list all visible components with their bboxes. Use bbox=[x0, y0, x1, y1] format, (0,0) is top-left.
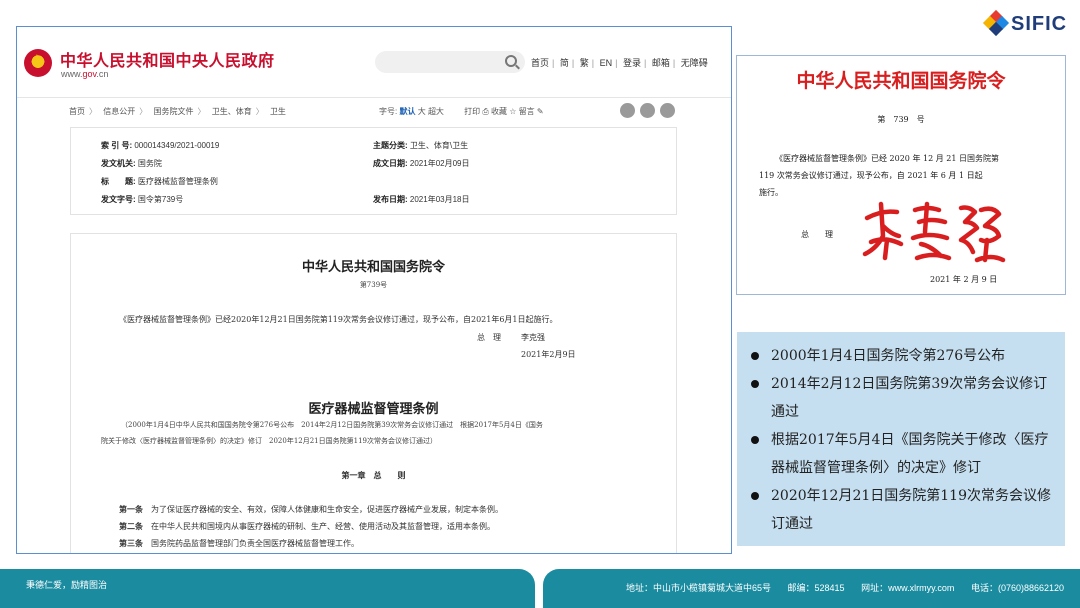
nav-link-home[interactable]: 首页 bbox=[531, 58, 549, 68]
article-3: 第三条 国务院药品监督管理部门负责全国医疗器械监督管理工作。 bbox=[119, 538, 359, 548]
bullet-icon bbox=[751, 436, 759, 444]
docno-value: 国令第739号 bbox=[137, 195, 184, 204]
article-2: 第二条 在中华人民共和国境内从事医疗器械的研制、生产、经营、使用活动及其监督管理… bbox=[119, 521, 495, 531]
star-icon: ☆ bbox=[509, 107, 517, 116]
bullet-icon bbox=[751, 380, 759, 388]
sific-logo-mark-icon bbox=[982, 9, 1010, 37]
nav-link-simplified[interactable]: 简 bbox=[560, 58, 569, 68]
signer-name: 李克强 bbox=[521, 333, 545, 342]
font-size-large[interactable]: 大 bbox=[418, 107, 426, 116]
list-item: 2020年12月21日国务院第119次常务会议修订通过 bbox=[745, 482, 1061, 538]
breadcrumb-state-docs[interactable]: 国务院文件 bbox=[153, 107, 193, 116]
favorite-button[interactable]: 收藏 bbox=[491, 107, 507, 116]
regulation-title: 医疗器械监督管理条例 bbox=[308, 402, 439, 417]
decree-title: 中华人民共和国国务院令 bbox=[796, 70, 1006, 92]
footer-slogan: 秉德仁爱，励精图治 bbox=[26, 580, 108, 590]
document-metadata: 索 引 号: 000014349/2021-00019 主题分类: 卫生、体育\… bbox=[70, 127, 677, 215]
document-body: 中华人民共和国国务院令 第739号 《医疗器械监督管理条例》已经2020年12月… bbox=[70, 233, 677, 553]
footer-contact-info: 地址：中山市小榄镇菊城大道中65号 邮编：528415 网址：www.xlrmy… bbox=[626, 581, 1078, 594]
breadcrumb-health-sports[interactable]: 卫生、体育 bbox=[212, 107, 252, 116]
top-nav-links: 首页 | 简 | 繁 | EN | 登录 | 邮箱 | 无障碍 bbox=[531, 58, 708, 68]
index-value: 000014349/2021-00019 bbox=[134, 141, 220, 150]
sific-logo: SIFIC bbox=[982, 9, 1075, 40]
title-value: 医疗器械监督管理条例 bbox=[137, 177, 218, 186]
gov-site-url: www.gov.cn bbox=[61, 69, 109, 79]
bullet-icon bbox=[751, 492, 759, 500]
written-date-value: 2021年02月09日 bbox=[409, 159, 470, 168]
category-label: 主题分类: bbox=[373, 141, 408, 150]
breadcrumb: 首页〉 信息公开〉 国务院文件〉 卫生、体育〉 卫生 bbox=[69, 107, 286, 116]
breadcrumb-bar: 首页〉 信息公开〉 国务院文件〉 卫生、体育〉 卫生 字号: 默认 大 超大 打… bbox=[17, 97, 731, 125]
history-line-2: 院关于修改〈医疗器械监督管理条例〉的决定》修订 2020年12月21日国务院第1… bbox=[101, 437, 437, 445]
footer-website: 网址：www.xlrmyy.com bbox=[861, 583, 955, 593]
search-input[interactable] bbox=[375, 51, 525, 73]
page-tools: 字号: 默认 大 超大 打印 ⎙ 收藏 ☆ 留言 ✎ bbox=[379, 106, 544, 117]
revision-history-panel: 2000年1月4日国务院令第276号公布 2014年2月12日国务院第39次常务… bbox=[737, 332, 1065, 546]
article-1: 第一条 为了保证医疗器械的安全、有效，保障人体健康和生命安全，促进医疗器械产业发… bbox=[119, 504, 503, 514]
font-size-label: 字号: bbox=[379, 107, 398, 116]
nav-link-accessibility[interactable]: 无障碍 bbox=[681, 58, 708, 68]
font-size-default[interactable]: 默认 bbox=[399, 107, 415, 116]
gov-page-screenshot: 中华人民共和国中央人民政府 www.gov.cn 首页| 简| 繁| EN| 登… bbox=[16, 26, 732, 554]
list-item: 根据2017年5月4日《国务院关于修改〈医疗器械监督管理条例〉的决定》修订 bbox=[745, 426, 1061, 482]
published-date-label: 发布日期: bbox=[373, 195, 408, 204]
search-icon[interactable] bbox=[505, 55, 517, 67]
issuer-label: 发文机关: bbox=[101, 159, 136, 168]
decree-number: 第 739 号 bbox=[877, 115, 925, 124]
nav-link-mail[interactable]: 邮箱 bbox=[652, 58, 670, 68]
footer-phone: 电话：(0760)88662120 bbox=[970, 583, 1065, 593]
list-item: 2000年1月4日国务院令第276号公布 bbox=[745, 342, 1061, 370]
published-date-value: 2021年03月18日 bbox=[409, 195, 470, 204]
nav-link-english[interactable]: EN bbox=[600, 58, 613, 68]
national-emblem-icon bbox=[24, 49, 52, 77]
print-button[interactable]: 打印 bbox=[464, 107, 480, 116]
list-item: 2014年2月12日国务院第39次常务会议修订通过 bbox=[745, 370, 1061, 426]
font-size-xlarge[interactable]: 超大 bbox=[428, 107, 444, 116]
nav-link-traditional[interactable]: 繁 bbox=[580, 58, 589, 68]
chapter-heading: 第一章 总 则 bbox=[341, 470, 406, 480]
document-number: 第739号 bbox=[359, 281, 388, 289]
breadcrumb-info-public[interactable]: 信息公开 bbox=[103, 107, 135, 116]
pencil-icon: ✎ bbox=[536, 107, 544, 116]
breadcrumb-health[interactable]: 卫生 bbox=[270, 107, 286, 116]
written-date-label: 成文日期: bbox=[373, 159, 408, 168]
gov-site-title[interactable]: 中华人民共和国中央人民政府 bbox=[60, 47, 275, 71]
gov-site-header: 中华人民共和国中央人民政府 www.gov.cn 首页| 简| 繁| EN| 登… bbox=[17, 27, 731, 97]
decree-date: 2021 年 2 月 9 日 bbox=[930, 275, 998, 284]
premier-signature-icon bbox=[862, 201, 1006, 263]
decree-body: 《医疗器械监督管理条例》已经 2020 年 12 月 21 日国务院第 119 … bbox=[759, 154, 999, 197]
decree-image: 中华人民共和国国务院令 第 739 号 《医疗器械监督管理条例》已经 2020 … bbox=[736, 55, 1066, 295]
title-label: 标 题: bbox=[101, 177, 136, 186]
sific-logo-text: SIFIC bbox=[1011, 13, 1068, 35]
comment-button[interactable]: 留言 bbox=[519, 107, 535, 116]
docno-label: 发文字号: bbox=[101, 195, 136, 204]
sign-date: 2021年2月9日 bbox=[521, 350, 576, 359]
footer-postcode: 邮编：528415 bbox=[787, 583, 845, 593]
decree-signer-label: 总 理 bbox=[801, 230, 833, 239]
signer-label: 总 理 bbox=[477, 333, 501, 342]
breadcrumb-home[interactable]: 首页 bbox=[69, 107, 85, 116]
footer-address: 地址：中山市小榄镇菊城大道中65号 bbox=[626, 583, 772, 593]
wechat-share-icon[interactable] bbox=[640, 103, 655, 118]
category-value: 卫生、体育\卫生 bbox=[409, 141, 469, 150]
print-icon: ⎙ bbox=[482, 107, 489, 116]
nav-link-login[interactable]: 登录 bbox=[623, 58, 641, 68]
history-line-1: （2000年1月4日中华人民共和国国务院令第276号公布 2014年2月12日国… bbox=[121, 421, 543, 429]
document-heading: 中华人民共和国国务院令 bbox=[301, 260, 445, 275]
index-label: 索 引 号: bbox=[101, 141, 133, 150]
issuer-value: 国务院 bbox=[137, 159, 162, 168]
document-intro: 《医疗器械监督管理条例》已经2020年12月21日国务院第119次常务会议修订通… bbox=[119, 315, 558, 324]
bullet-icon bbox=[751, 352, 759, 360]
weibo-share-icon[interactable] bbox=[620, 103, 635, 118]
more-share-icon[interactable] bbox=[660, 103, 675, 118]
